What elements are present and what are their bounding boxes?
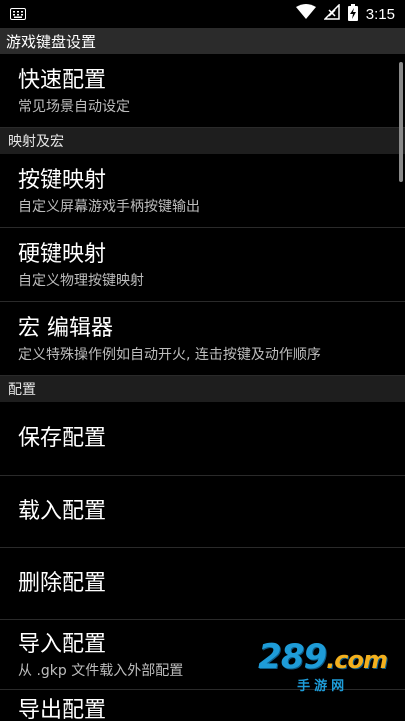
watermark-sub: 手游网 [297,679,349,694]
category-config: 配置 [0,376,405,402]
save-config-item[interactable]: 保存配置 [0,402,405,476]
key-mapping-item[interactable]: 按键映射 自定义屏幕游戏手柄按键输出 [0,154,405,228]
watermark-dotcom: .com [326,646,388,674]
hard-key-mapping-item[interactable]: 硬键映射 自定义物理按键映射 [0,228,405,302]
app-title: 游戏键盘设置 [6,32,97,51]
keyboard-icon [10,5,26,24]
pref-summary: 定义特殊操作例如自动开火, 连击按键及动作顺序 [18,346,321,363]
pref-title: 载入配置 [18,498,107,524]
watermark-logo: 289.com 手游网 [258,637,388,694]
pref-title: 硬键映射 [18,241,107,267]
load-config-item[interactable]: 载入配置 [0,476,405,548]
pref-title: 删除配置 [18,570,107,596]
quick-config-item[interactable]: 快速配置 常见场景自动设定 [0,54,405,128]
delete-config-item[interactable]: 删除配置 [0,548,405,620]
pref-title: 按键映射 [18,167,107,193]
macro-editor-item[interactable]: 宏 编辑器 定义特殊操作例如自动开火, 连击按键及动作顺序 [0,302,405,376]
category-label: 映射及宏 [8,134,64,150]
export-config-item[interactable]: 导出配置 [0,690,405,721]
category-label: 配置 [8,382,36,398]
watermark-number: 289 [258,637,327,677]
pref-title: 宏 编辑器 [18,315,113,341]
no-signal-icon [322,3,340,24]
pref-summary: 自定义物理按键映射 [18,272,144,289]
pref-title: 快速配置 [18,67,107,93]
app-bar: 游戏键盘设置 [0,28,405,54]
battery-charging-icon [347,3,358,25]
scrollbar[interactable] [399,62,403,182]
status-bar: 3:15 [0,0,405,28]
wifi-icon [295,4,316,24]
pref-title: 导出配置 [18,698,107,721]
status-time: 3:15 [365,5,395,23]
category-mapping: 映射及宏 [0,128,405,154]
pref-summary: 自定义屏幕游戏手柄按键输出 [18,198,200,215]
pref-title: 保存配置 [18,425,107,451]
pref-summary: 常见场景自动设定 [18,98,130,115]
